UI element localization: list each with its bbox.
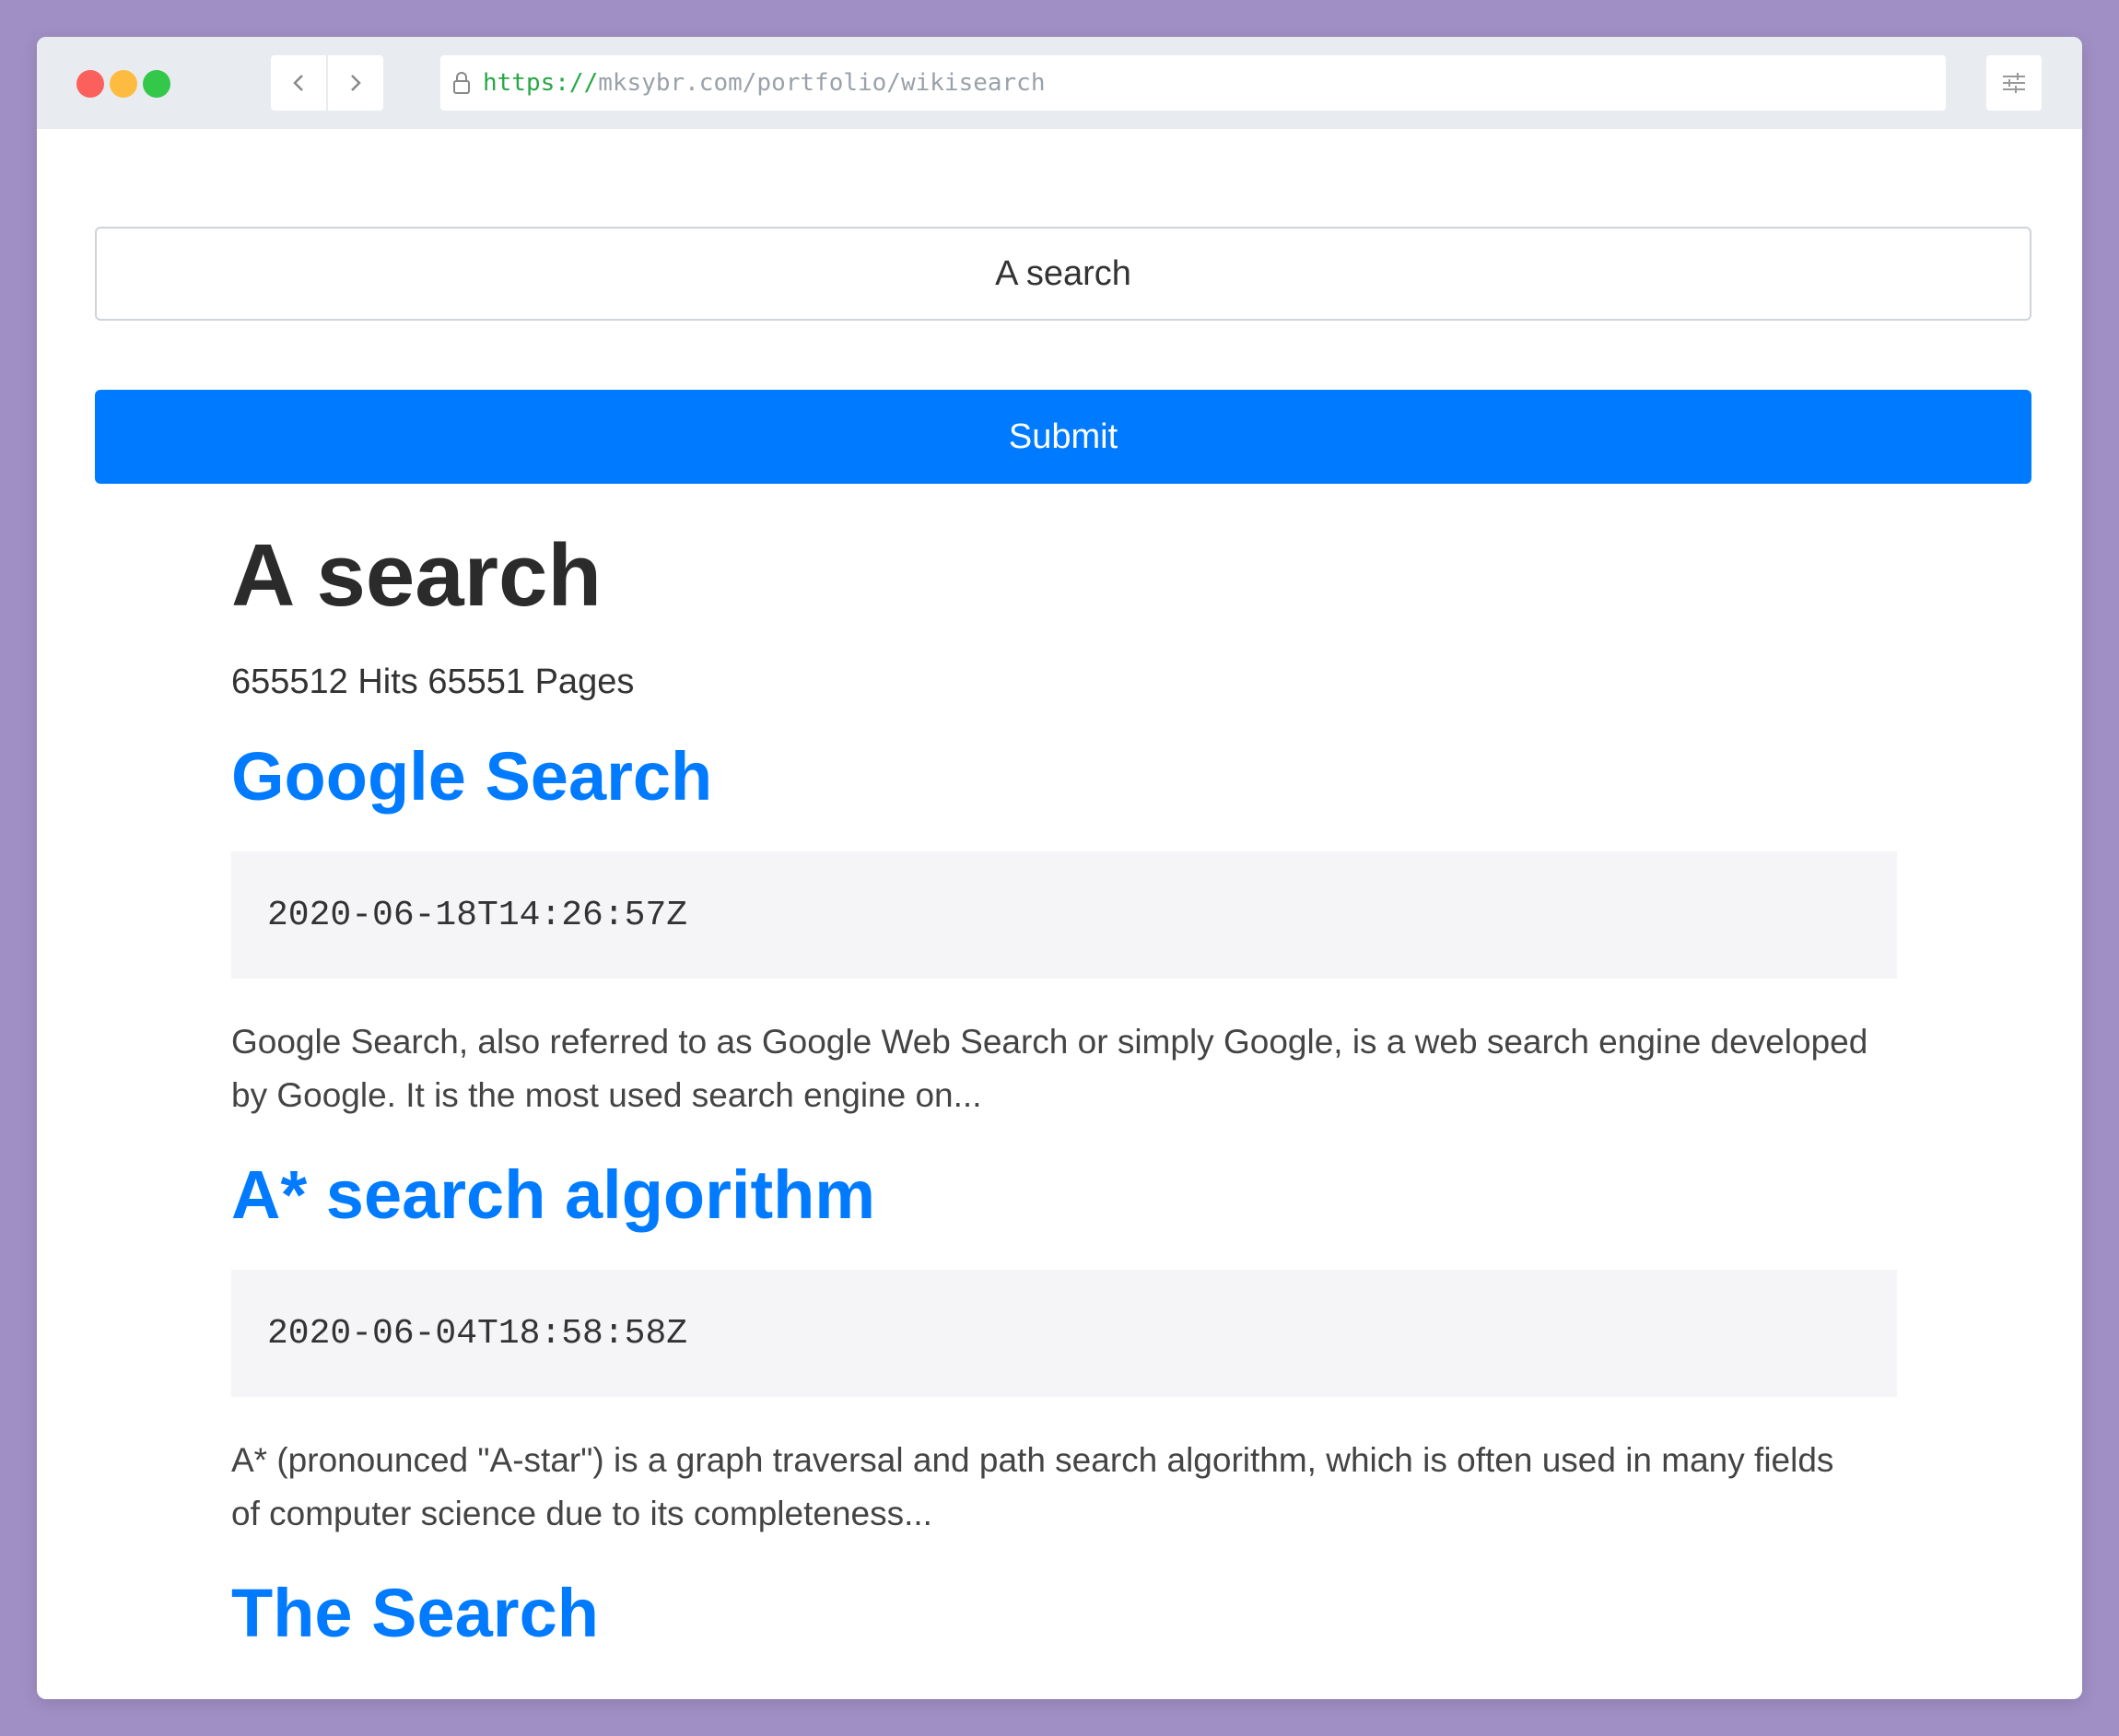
back-button[interactable] [271,55,326,111]
settings-button[interactable] [1986,55,2042,111]
close-dot-icon[interactable] [76,70,104,98]
lock-icon [451,69,474,97]
result-item: A* search algorithm 2020-06-04T18:58:58Z… [231,1154,1897,1541]
result-snippet: Google Search, also referred to as Googl… [231,1023,1868,1114]
chevron-right-icon [351,75,361,91]
page-content: Submit A search 655512 Hits 65551 Pages … [37,129,2082,1699]
chevron-left-icon [293,75,303,91]
result-timestamp: 2020-06-04T18:58:58Z [231,1270,1897,1397]
results-title: A search [231,526,602,625]
result-title-link[interactable]: A* search algorithm [231,1154,1897,1237]
url-path: mksybr.com/portfolio/wikisearch [598,69,1046,97]
result-title-link[interactable]: The Search [231,1572,1897,1655]
results-section: A search 655512 Hits 65551 Pages Google … [231,525,1897,1655]
result-item: Google Search 2020-06-18T14:26:57Z Googl… [231,735,1897,1122]
results-meta: 655512 Hits 65551 Pages [231,663,635,701]
forward-button[interactable] [328,55,383,111]
browser-titlebar: https:// mksybr.com/portfolio/wikisearch [37,37,2082,129]
settings-sliders-icon [2003,73,2025,93]
maximize-dot-icon[interactable] [143,70,170,98]
submit-button[interactable]: Submit [95,390,2031,484]
url-scheme: https:// [483,69,599,97]
result-item: The Search [231,1572,1897,1655]
browser-window: https:// mksybr.com/portfolio/wikisearch… [37,37,2082,1699]
address-bar[interactable]: https:// mksybr.com/portfolio/wikisearch [440,55,1946,111]
result-timestamp: 2020-06-18T14:26:57Z [231,851,1897,979]
result-title-link[interactable]: Google Search [231,735,1897,818]
search-input[interactable] [95,227,2031,321]
minimize-dot-icon[interactable] [110,70,137,98]
result-snippet: A* (pronounced "A-star") is a graph trav… [231,1441,1834,1532]
